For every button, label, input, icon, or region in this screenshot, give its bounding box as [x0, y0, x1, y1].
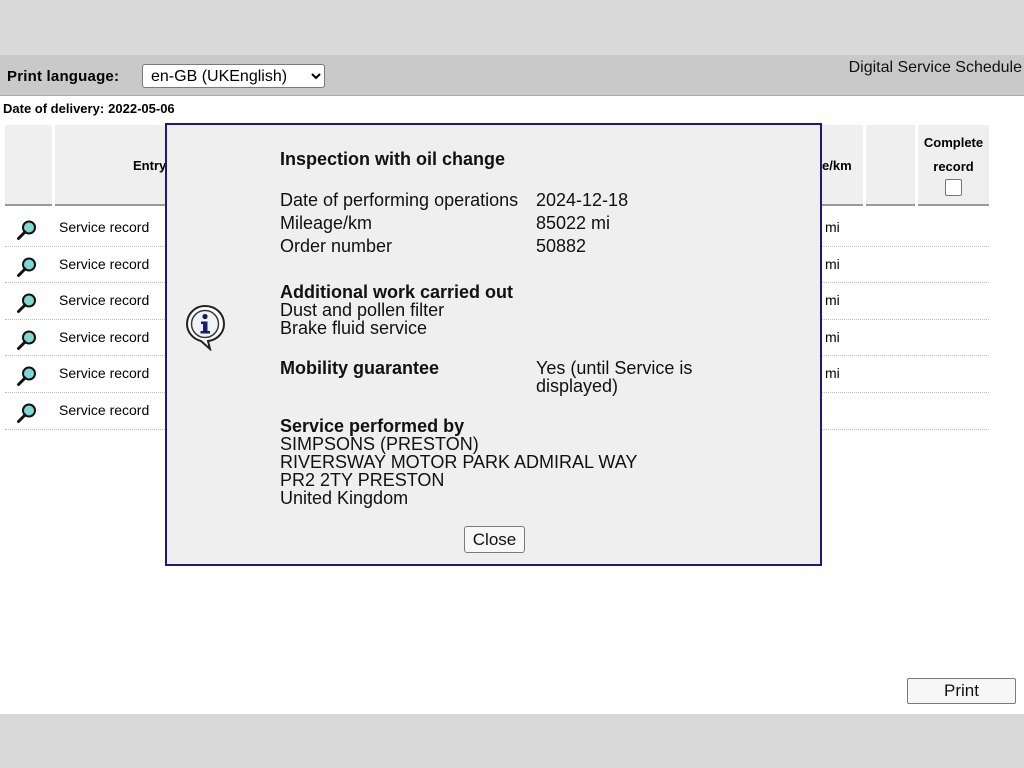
- date-label: Date of performing operations: [280, 190, 519, 210]
- additional-work-heading: Additional work carried out: [280, 282, 514, 302]
- row-label: Service record: [59, 219, 150, 235]
- column-header-entry-label: Entry: [133, 158, 167, 173]
- row-mileage: mi: [825, 292, 840, 309]
- magnifier-icon[interactable]: [15, 364, 39, 388]
- delivery-date-value: 2022-05-06: [108, 101, 175, 116]
- top-toolbar: Print language: en-GB (UKEnglish) Digita…: [0, 55, 1024, 96]
- service-performed-heading: Service performed by: [280, 416, 465, 436]
- print-language-label: Print language:: [7, 68, 120, 85]
- row-mileage: mi: [825, 219, 840, 235]
- complete-record-checkbox[interactable]: [945, 179, 962, 196]
- order-number-value: 50882: [536, 236, 587, 256]
- mileage-value: 85022 mi: [536, 213, 611, 233]
- delivery-date-label: Date of delivery:: [3, 101, 105, 116]
- print-language-select[interactable]: en-GB (UKEnglish): [142, 64, 325, 88]
- dialog-title: Inspection with oil change: [280, 149, 506, 169]
- mileage-label: Mileage/km: [280, 213, 373, 233]
- dealer-address-line: SIMPSONS (PRESTON): [280, 434, 479, 454]
- mobility-guarantee-value-line1: Yes (until Service is: [536, 358, 693, 378]
- dealer-address-line: PR2 2TY PRESTON: [280, 470, 445, 490]
- dealer-address-line: United Kingdom: [280, 488, 409, 508]
- magnifier-icon[interactable]: [15, 328, 39, 352]
- delivery-date: Date of delivery: 2022-05-06: [3, 101, 175, 116]
- column-header-icon: [5, 125, 52, 206]
- row-mileage: mi: [825, 328, 840, 345]
- row-mileage: mi: [825, 365, 840, 382]
- column-header-complete-line1: Complete: [923, 135, 984, 150]
- row-label: Service record: [59, 255, 150, 272]
- dealer-address-line: RIVERSWAY MOTOR PARK ADMIRAL WAY: [280, 452, 638, 472]
- column-header-blank: [866, 125, 915, 206]
- row-label: Service record: [59, 365, 150, 382]
- row-label: Service record: [59, 328, 150, 345]
- order-number-label: Order number: [280, 236, 393, 256]
- column-header-complete: Complete record: [918, 125, 989, 206]
- row-mileage: mi: [825, 255, 840, 272]
- magnifier-icon[interactable]: [15, 255, 39, 279]
- additional-work-item: Dust and pollen filter: [280, 300, 445, 320]
- column-header-complete-line2: record: [933, 159, 974, 174]
- app-title: Digital Service Schedule: [848, 59, 1022, 76]
- mobility-guarantee-value-line2: displayed): [536, 376, 619, 396]
- mobility-guarantee-label: Mobility guarantee: [280, 358, 440, 378]
- service-detail-dialog: Inspection with oil change Date of perfo…: [165, 123, 822, 566]
- date-value: 2024-12-18: [536, 190, 629, 210]
- column-header-mileage: e/km: [822, 125, 863, 206]
- column-header-entry: Entry: [55, 125, 167, 206]
- additional-work-item: Brake fluid service: [280, 318, 428, 338]
- row-label: Service record: [59, 401, 150, 418]
- magnifier-icon[interactable]: [15, 291, 39, 315]
- close-button[interactable]: Close: [464, 526, 525, 553]
- print-button[interactable]: Print: [907, 678, 1016, 704]
- column-header-mileage-label: e/km: [822, 158, 852, 173]
- magnifier-icon[interactable]: [15, 401, 39, 425]
- main-page: Print language: en-GB (UKEnglish) Digita…: [0, 55, 1024, 714]
- magnifier-icon[interactable]: [15, 218, 39, 242]
- row-label: Service record: [59, 292, 150, 309]
- info-icon: [185, 304, 226, 351]
